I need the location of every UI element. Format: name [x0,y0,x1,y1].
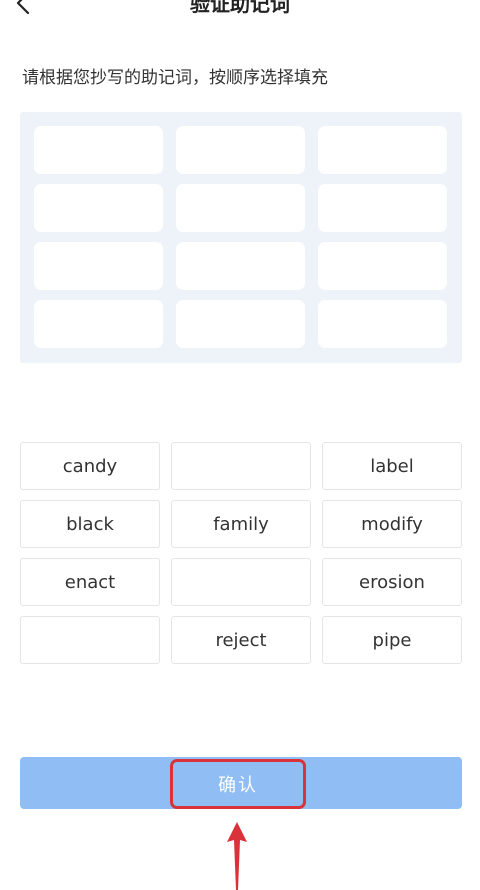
word-option-3[interactable]: label [322,442,462,490]
word-option-11[interactable]: reject [171,616,311,664]
word-option-5[interactable]: family [171,500,311,548]
word-option-4[interactable]: black [20,500,160,548]
mnemonic-slot-3[interactable] [318,126,447,174]
mnemonic-slot-8[interactable] [176,242,305,290]
mnemonic-slot-7[interactable] [34,242,163,290]
word-option-6[interactable]: modify [322,500,462,548]
mnemonic-slot-12[interactable] [318,300,447,348]
mnemonic-slot-4[interactable] [34,184,163,232]
instruction-text: 请根据您抄写的助记词，按顺序选择填充 [22,68,328,88]
word-options-grid: candy label black family modify enact er… [20,442,462,664]
confirm-label: 确认 [218,775,258,796]
page-title: 验证助记词 [190,0,290,16]
mnemonic-slot-9[interactable] [318,242,447,290]
selected-words-panel [20,112,462,363]
mnemonic-slot-5[interactable] [176,184,305,232]
word-option-10[interactable] [20,616,160,664]
confirm-button[interactable]: 确认 [20,757,462,809]
slot-grid [34,126,447,348]
word-option-1[interactable]: candy [20,442,160,490]
mnemonic-slot-6[interactable] [318,184,447,232]
word-option-8[interactable] [171,558,311,606]
mnemonic-slot-2[interactable] [176,126,305,174]
mnemonic-slot-11[interactable] [176,300,305,348]
arrow-up-icon [227,822,247,890]
word-option-9[interactable]: erosion [322,558,462,606]
word-option-2[interactable] [171,442,311,490]
word-option-12[interactable]: pipe [322,616,462,664]
verify-mnemonic-page: 验证助记词 请根据您抄写的助记词，按顺序选择填充 candy label bla… [0,0,480,890]
word-option-7[interactable]: enact [20,558,160,606]
mnemonic-slot-1[interactable] [34,126,163,174]
confirm-highlight-box: 确认 [170,759,306,809]
mnemonic-slot-10[interactable] [34,300,163,348]
nav-bar: 验证助记词 [0,0,480,30]
